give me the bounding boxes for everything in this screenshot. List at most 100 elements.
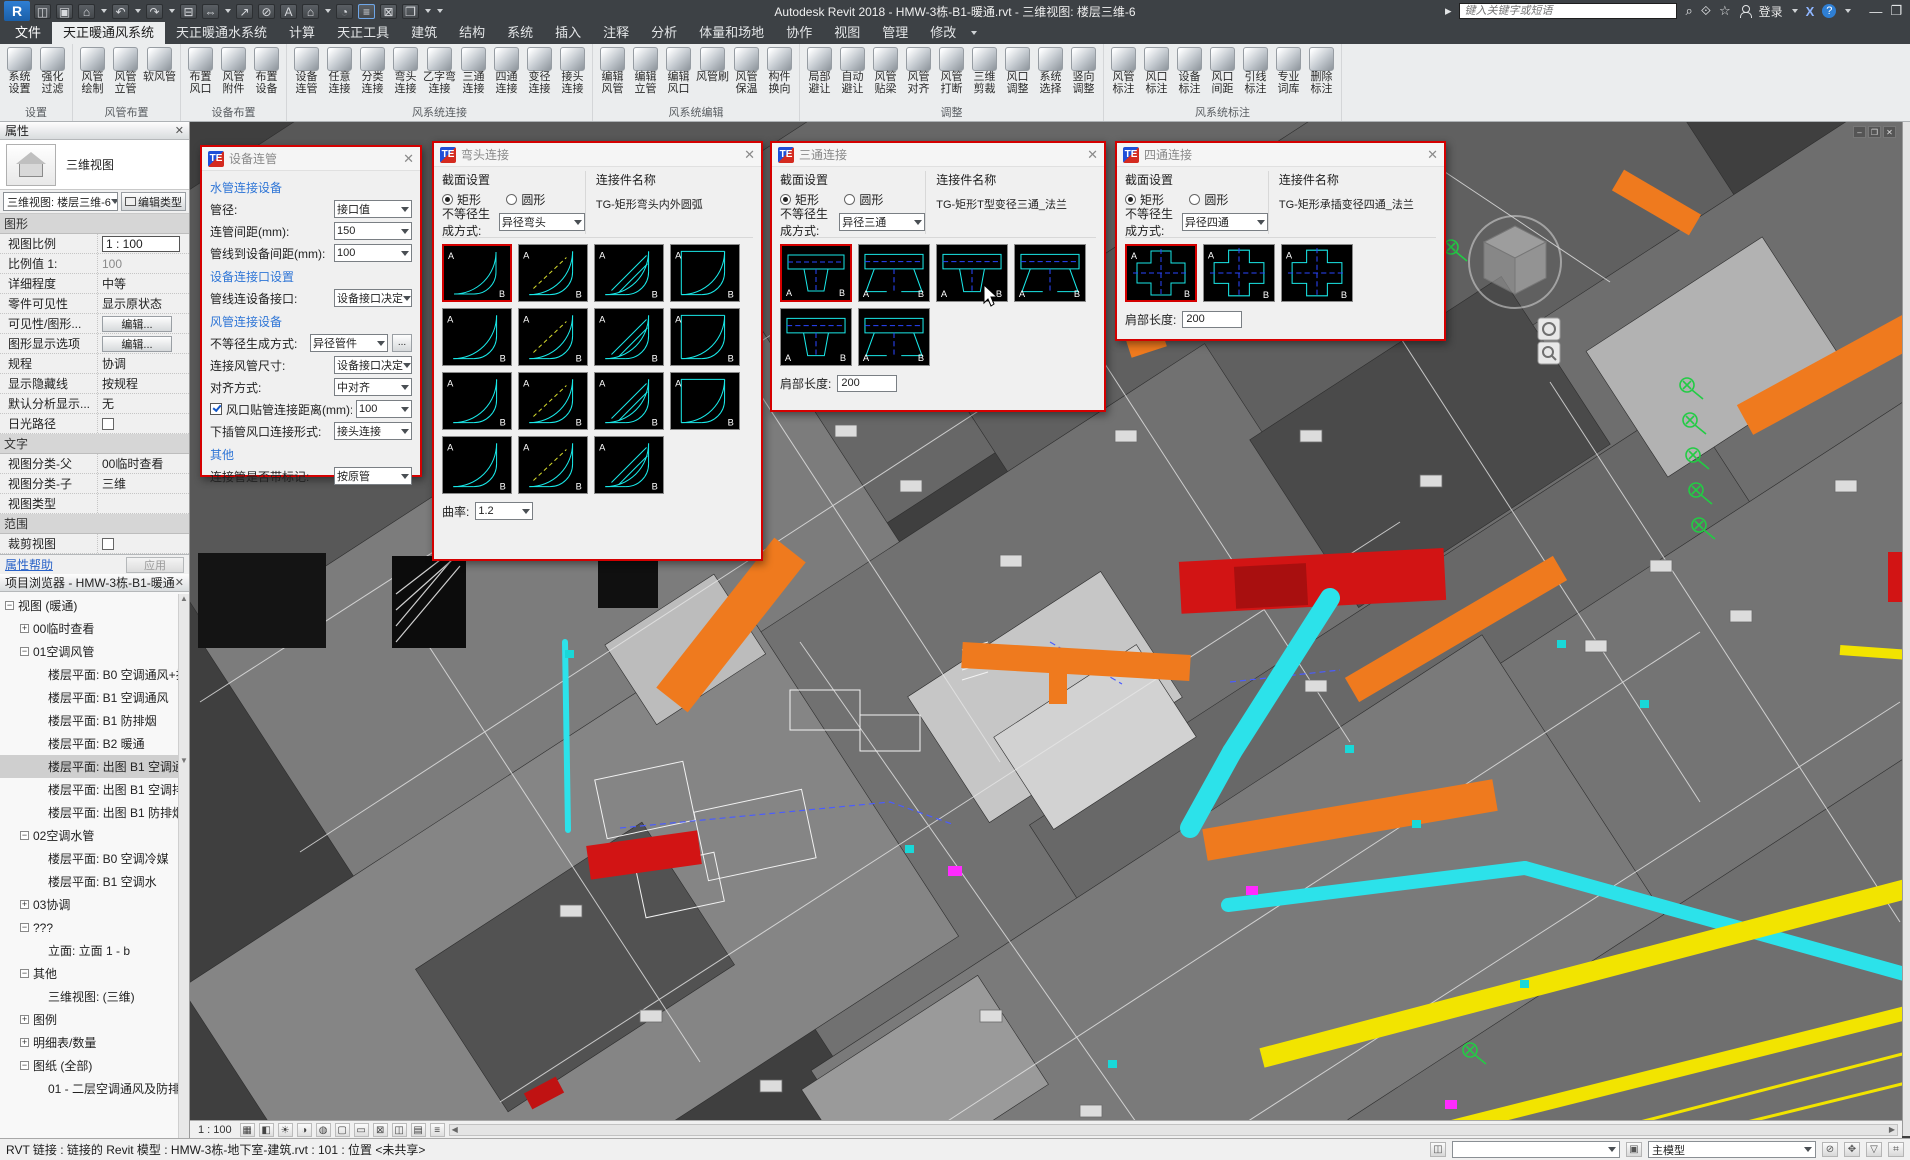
property-checkbox[interactable] (102, 538, 114, 550)
fitting-tile-5[interactable]: AB (442, 308, 512, 366)
expand-icon[interactable]: + (20, 900, 29, 909)
revit-logo[interactable]: R (4, 1, 30, 21)
view-restore-icon[interactable]: ❐ (1868, 126, 1881, 138)
print-icon[interactable]: ⊟ (180, 4, 197, 19)
view-close-icon[interactable]: ✕ (1883, 126, 1896, 138)
tree-item[interactable]: −三维视图: (三维) (0, 985, 189, 1008)
displaced-elements-icon[interactable]: ≡ (430, 1123, 445, 1137)
tab-计算[interactable]: 计算 (278, 22, 326, 44)
tree-item[interactable]: −楼层平面: 出图 B1 防排烟 (0, 801, 189, 824)
tab-注释[interactable]: 注释 (592, 22, 640, 44)
sun-path-icon[interactable]: ☀ (278, 1123, 293, 1137)
view-scale-label[interactable]: 1 : 100 (194, 1124, 236, 1136)
radio-round[interactable]: 圆形 (844, 191, 883, 208)
ribbon-button-专业词库[interactable]: 专业词库 (1272, 45, 1305, 106)
browser-close-icon[interactable]: ✕ (175, 576, 184, 589)
customize-qat-icon[interactable] (437, 9, 443, 13)
property-value[interactable]: 按规程 (102, 375, 138, 392)
property-value[interactable]: 显示原状态 (102, 295, 162, 312)
tree-item[interactable]: −02空调水管 (0, 824, 189, 847)
field-combo[interactable]: 按原管 (334, 467, 412, 485)
tree-item[interactable]: −楼层平面: 出图 B1 空调通 (0, 755, 189, 778)
minimize-window-icon[interactable]: — (1869, 4, 1882, 19)
fitting-tile-2[interactable]: AB (858, 244, 930, 302)
shoulder-length-input[interactable]: 200 (837, 375, 897, 392)
ribbon-button-风管刷[interactable]: 风管刷 (695, 45, 730, 106)
ribbon-button-设备连管[interactable]: 设备连管 (290, 45, 323, 106)
field-combo[interactable]: 中对齐 (334, 378, 412, 396)
view-caret-icon[interactable] (325, 9, 331, 13)
tab-结构[interactable]: 结构 (448, 22, 496, 44)
dialog-cross-titlebar[interactable]: TE 四通连接 ✕ (1117, 143, 1444, 167)
fitting-tile-6[interactable]: AB (518, 308, 588, 366)
property-value[interactable]: 协调 (102, 355, 126, 372)
ribbon-button-布置设备[interactable]: 布置设备 (250, 45, 283, 106)
text-icon[interactable]: A (280, 4, 297, 19)
ribbon-button-接头连接[interactable]: 接头连接 (556, 45, 589, 106)
section-icon[interactable]: ◔ (336, 4, 353, 19)
tab-插入[interactable]: 插入 (544, 22, 592, 44)
property-value[interactable]: 无 (102, 395, 114, 412)
tab-天正暖通水系统[interactable]: 天正暖通水系统 (165, 22, 278, 44)
ribbon-button-弯头连接[interactable]: 弯头连接 (389, 45, 422, 106)
tab-管理[interactable]: 管理 (871, 22, 919, 44)
help-icon[interactable]: ? (1822, 4, 1836, 18)
fitting-tile-2[interactable]: AB (1203, 244, 1275, 302)
ribbon-button-编辑风管[interactable]: 编辑风管 (596, 45, 629, 106)
aligned-dimension-icon[interactable]: ↗ (236, 4, 253, 19)
ribbon-button-设备标注[interactable]: 设备标注 (1173, 45, 1206, 106)
fitting-tile-7[interactable]: AB (594, 308, 664, 366)
collapse-icon[interactable]: − (20, 969, 29, 978)
save-icon[interactable]: ▣ (56, 4, 73, 19)
account-icon[interactable] (1739, 5, 1751, 17)
tab-天正暖通风系统[interactable]: 天正暖通风系统 (52, 22, 165, 44)
tree-item[interactable]: +00临时查看 (0, 617, 189, 640)
worksets-combo[interactable] (1452, 1141, 1620, 1158)
ribbon-button-布置风口[interactable]: 布置风口 (184, 45, 217, 106)
thin-lines-icon[interactable]: ≡ (358, 4, 375, 19)
ribbon-button-强化过滤[interactable]: 强化过滤 (36, 45, 69, 106)
fitting-tile-11[interactable]: AB (594, 372, 664, 430)
fitting-tile-4[interactable]: AB (1014, 244, 1086, 302)
tab-视图[interactable]: 视图 (823, 22, 871, 44)
press-drag-icon[interactable]: ✥ (1844, 1142, 1860, 1157)
fitting-tile-3[interactable]: AB (936, 244, 1008, 302)
type-selector-preview[interactable]: 三维视图 (0, 140, 189, 190)
ribbon-button-风管绘制[interactable]: 风管绘制 (76, 45, 109, 106)
fitting-tile-13[interactable]: AB (442, 436, 512, 494)
dialog-elbow-titlebar[interactable]: TE 弯头连接 ✕ (434, 143, 761, 167)
fitting-tile-1[interactable]: AB (780, 244, 852, 302)
ribbon-button-风口间距[interactable]: 风口间距 (1206, 45, 1239, 106)
detail-level-icon[interactable]: ▦ (240, 1123, 255, 1137)
tree-item[interactable]: +图例 (0, 1008, 189, 1031)
tree-item[interactable]: +明细表/数量 (0, 1031, 189, 1054)
exclude-options-icon[interactable]: ⊘ (1822, 1142, 1838, 1157)
tree-item[interactable]: −01空调风管 (0, 640, 189, 663)
shadows-icon[interactable]: ◑ (297, 1123, 312, 1137)
edit-type-button[interactable]: 编辑类型 (121, 192, 186, 211)
tree-item[interactable]: −??? (0, 916, 189, 939)
field-combo[interactable]: 接头连接 (334, 422, 412, 440)
restore-window-icon[interactable]: ❐ (1890, 3, 1902, 19)
sync-caret-icon[interactable] (101, 9, 107, 13)
ribbon-button-系统设置[interactable]: 系统设置 (3, 45, 36, 106)
tree-item[interactable]: −楼层平面: B1 空调水 (0, 870, 189, 893)
property-edit-button[interactable]: 编辑... (102, 336, 172, 352)
filter-icon[interactable]: ▽ (1866, 1142, 1882, 1157)
field-combo[interactable]: 设备接口决定 (334, 356, 412, 374)
tree-item[interactable]: −01 - 二层空调通风及防排烟平 (0, 1077, 189, 1100)
tree-item[interactable]: −楼层平面: 出图 B1 空调排 (0, 778, 189, 801)
crop-view-icon[interactable]: ▢ (335, 1123, 350, 1137)
ribbon-button-风口调整[interactable]: 风口调整 (1001, 45, 1034, 106)
switch-windows-icon[interactable]: ❐ (402, 4, 419, 19)
dialog-equipment-close-icon[interactable]: ✕ (403, 151, 414, 167)
undo-icon[interactable]: ↶ (112, 4, 129, 19)
ribbon-button-三通连接[interactable]: 三通连接 (457, 45, 490, 106)
exchange-apps-icon[interactable]: X (1806, 4, 1815, 19)
open-icon[interactable]: ◫ (34, 4, 51, 19)
property-checkbox[interactable] (102, 418, 114, 430)
properties-help-link[interactable]: 属性帮助 (5, 556, 53, 573)
search-input[interactable] (1459, 3, 1677, 19)
gen-mode-combo[interactable]: 异径弯头 (499, 213, 585, 231)
fitting-tile-12[interactable]: AB (670, 372, 740, 430)
